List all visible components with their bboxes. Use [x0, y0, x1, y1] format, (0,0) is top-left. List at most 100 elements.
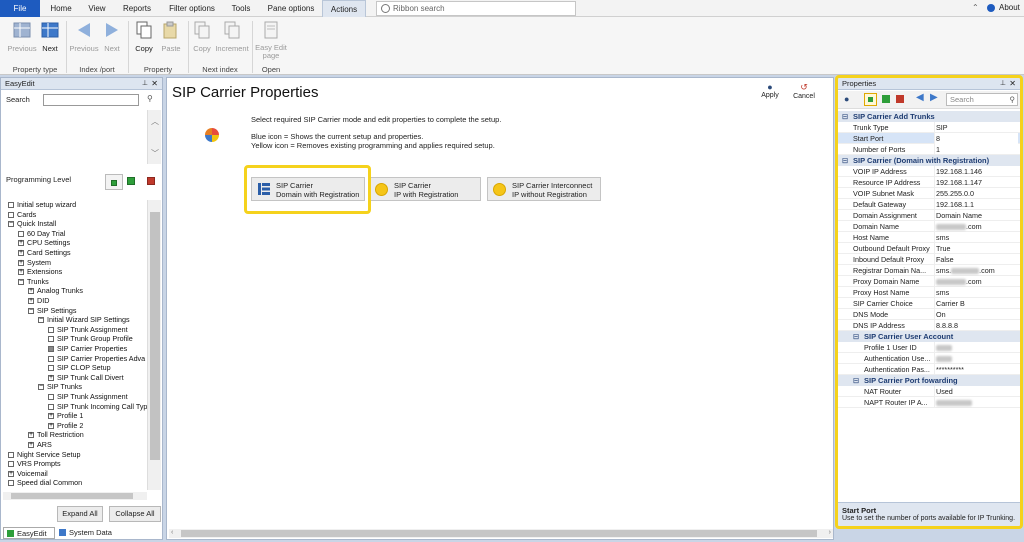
tree-item[interactable]: CPU Settings — [18, 238, 70, 247]
user-icon[interactable]: ● — [844, 94, 849, 104]
node-icon[interactable] — [18, 230, 24, 237]
node-icon[interactable] — [8, 451, 14, 458]
prop-inbound-proxy[interactable]: Inbound Default Proxy False — [838, 254, 1020, 265]
node-icon[interactable] — [48, 326, 54, 333]
tree-item[interactable]: Analog Trunks — [28, 286, 83, 295]
tree-item[interactable]: Profile 1 — [48, 411, 83, 420]
collapse-icon[interactable] — [18, 277, 24, 286]
tree-h-scroll-thumb[interactable] — [11, 493, 133, 499]
prop-profile-user-id[interactable]: Profile 1 User ID — [838, 342, 1020, 353]
prop-host-name[interactable]: Host Name sms — [838, 232, 1020, 243]
tree-item[interactable]: SIP Carrier Properties — [48, 344, 127, 353]
search-icon[interactable]: ⚲ — [147, 94, 153, 103]
category-add-trunks[interactable]: ⊟ SIP Carrier Add Trunks — [838, 111, 1020, 122]
tree-item[interactable]: Trunks — [18, 277, 49, 286]
prop-start-port[interactable]: Start Port 8 — [838, 133, 1020, 144]
prop-proxy-domain[interactable]: Proxy Domain Name .com — [838, 276, 1020, 287]
prop-proxy-host[interactable]: Proxy Host Name sms — [838, 287, 1020, 298]
about-link[interactable]: About — [999, 3, 1020, 12]
node-icon[interactable] — [8, 480, 14, 487]
node-icon[interactable] — [8, 202, 14, 208]
tree-item[interactable]: SIP Trunk Group Profile — [48, 334, 133, 343]
category-port-forwarding[interactable]: ⊟ SIP Carrier Port fowarding — [838, 375, 1020, 386]
pin-icon[interactable]: ⊥ — [1000, 78, 1006, 90]
sip-carrier-interconnect-button[interactable]: SIP Carrier Interconnect IP without Regis… — [487, 177, 601, 201]
collapse-all-button[interactable]: Collapse All — [109, 506, 161, 522]
apply-button[interactable]: ● Apply — [759, 82, 781, 99]
arrow-left-icon[interactable]: ◀ — [916, 92, 924, 103]
properties-search-input[interactable]: Search ⚲ — [946, 93, 1018, 106]
tree-item[interactable]: SIP Trunk Incoming Call Typ — [48, 402, 147, 411]
expand-icon[interactable] — [8, 469, 14, 478]
node-icon[interactable] — [48, 355, 54, 362]
node-icon[interactable] — [48, 403, 54, 410]
collapse-icon[interactable] — [8, 219, 14, 228]
prop-dns-mode[interactable]: DNS Mode On — [838, 309, 1020, 320]
expand-icon[interactable] — [48, 411, 54, 420]
paste-property-button[interactable]: Paste — [158, 21, 184, 53]
tree-item[interactable]: Profile 2 — [48, 421, 83, 430]
collapse-icon[interactable] — [38, 382, 44, 391]
tree-item[interactable]: Card Settings — [18, 248, 71, 257]
search-results-scrollbar[interactable]: ︿ ﹀ — [147, 110, 161, 164]
expand-icon[interactable] — [48, 421, 54, 430]
tree-item[interactable]: SIP Settings — [28, 306, 76, 315]
previous-index-button[interactable]: Previous — [68, 21, 100, 53]
tab-filter-options[interactable]: Filter options — [163, 0, 221, 17]
prop-domain-assignment[interactable]: Domain Assignment Domain Name — [838, 210, 1020, 221]
categorized-button[interactable] — [864, 93, 877, 106]
node-icon[interactable] — [48, 365, 54, 372]
tree-item[interactable]: SIP Carrier Properties Adva — [48, 354, 145, 363]
copy-property-button[interactable]: Copy — [132, 21, 156, 53]
tree-item[interactable]: Initial setup wizard — [8, 200, 76, 209]
level-basic-button[interactable] — [105, 174, 123, 190]
node-icon[interactable] — [8, 461, 14, 468]
node-icon[interactable] — [48, 336, 54, 343]
tab-tools[interactable]: Tools — [224, 0, 258, 17]
next-index-button[interactable]: Next — [100, 21, 124, 53]
main-h-scrollbar[interactable]: ‹ › — [169, 529, 833, 538]
node-icon[interactable] — [48, 346, 54, 352]
node-icon[interactable] — [8, 211, 14, 218]
collapse-icon[interactable]: ⊟ — [853, 331, 859, 342]
tab-home[interactable]: Home — [44, 0, 78, 17]
tree-item[interactable]: SIP Trunks — [38, 382, 82, 391]
expand-icon[interactable] — [48, 373, 54, 382]
expand-icon[interactable] — [18, 238, 24, 247]
level-advanced-icon[interactable] — [882, 95, 890, 103]
expand-all-button[interactable]: Expand All — [57, 506, 103, 522]
expand-icon[interactable] — [28, 286, 34, 295]
category-domain-registration[interactable]: ⊟ SIP Carrier (Domain with Registration) — [838, 155, 1020, 166]
tree-item[interactable]: DID — [28, 296, 49, 305]
close-icon[interactable]: ✕ — [1009, 78, 1016, 90]
expand-icon[interactable] — [18, 267, 24, 276]
tree-item[interactable]: Extensions — [18, 267, 62, 276]
tab-actions[interactable]: Actions — [322, 0, 366, 17]
prop-nat-router[interactable]: NAT Router Used — [838, 386, 1020, 397]
collapse-icon[interactable]: ⊟ — [842, 155, 848, 166]
tree-item[interactable]: Cards — [8, 210, 36, 219]
sip-carrier-ip-button[interactable]: SIP Carrier IP with Registration — [369, 177, 481, 201]
tree-item[interactable]: System — [18, 258, 51, 267]
expand-icon[interactable] — [28, 430, 34, 439]
prop-domain-name[interactable]: Domain Name .com — [838, 221, 1020, 232]
category-user-account[interactable]: ⊟ SIP Carrier User Account — [838, 331, 1020, 342]
tab-easyedit[interactable]: EasyEdit — [3, 527, 55, 539]
prop-voip-ip[interactable]: VOIP IP Address 192.168.1.146 — [838, 166, 1020, 177]
level-advanced-icon[interactable] — [127, 177, 135, 185]
prop-resource-ip[interactable]: Resource IP Address 192.168.1.147 — [838, 177, 1020, 188]
prop-trunk-type[interactable]: Trunk Type SIP — [838, 122, 1020, 133]
prop-default-gateway[interactable]: Default Gateway 192.168.1.1 — [838, 199, 1020, 210]
prop-subnet-mask[interactable]: VOIP Subnet Mask 255.255.0.0 — [838, 188, 1020, 199]
tree-item[interactable]: SIP Trunk Call Divert — [48, 373, 124, 382]
increment-button[interactable]: Increment — [214, 21, 250, 53]
tree-scrollbar[interactable] — [147, 200, 161, 490]
level-expert-icon[interactable] — [147, 177, 155, 185]
expand-icon[interactable] — [18, 258, 24, 267]
cancel-button[interactable]: ↺ Cancel — [791, 82, 817, 100]
tree-item[interactable]: SIP Trunk Assignment — [48, 325, 128, 334]
level-expert-icon[interactable] — [896, 95, 904, 103]
easy-edit-page-button[interactable]: Easy Edit page — [254, 21, 288, 60]
prop-registrar-domain[interactable]: Registrar Domain Na... sms. .com — [838, 265, 1020, 276]
tree-item[interactable]: VRS Prompts — [8, 459, 61, 468]
